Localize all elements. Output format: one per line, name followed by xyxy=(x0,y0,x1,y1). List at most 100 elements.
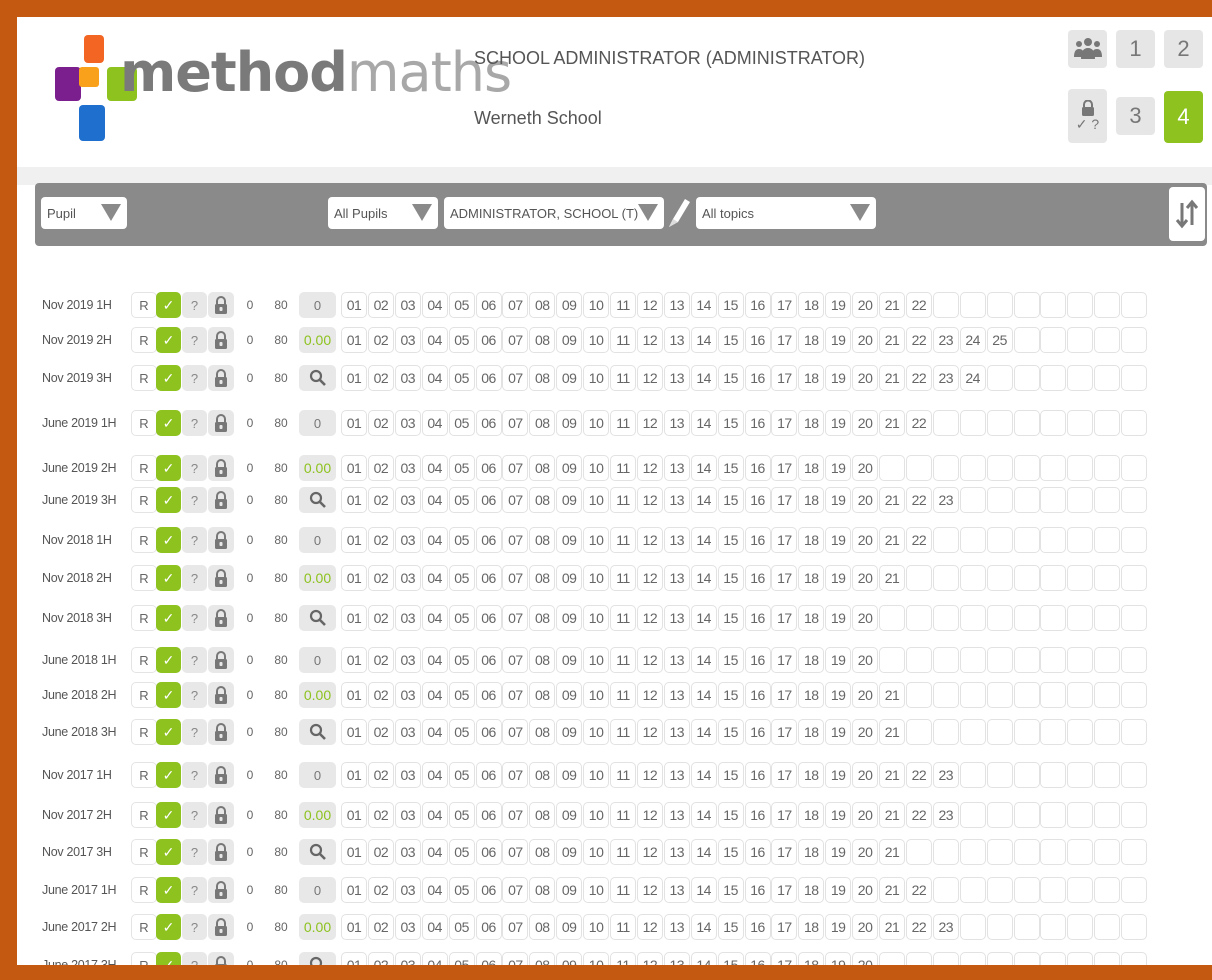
check-button[interactable]: ✓ xyxy=(156,327,181,353)
question-cell[interactable]: 15 xyxy=(717,327,744,353)
question-cell[interactable]: 04 xyxy=(421,719,448,745)
lock-button[interactable] xyxy=(208,487,234,513)
question-cell[interactable]: 06 xyxy=(475,292,502,318)
question-cell[interactable]: 07 xyxy=(502,719,529,745)
question-cell[interactable]: 17 xyxy=(771,365,798,391)
question-cell[interactable]: 02 xyxy=(367,292,394,318)
question-cell[interactable]: 10 xyxy=(583,527,610,553)
question-cell[interactable]: 03 xyxy=(394,605,421,631)
question-cell[interactable]: 19 xyxy=(825,365,852,391)
question-cell[interactable]: 11 xyxy=(610,292,636,318)
check-button[interactable]: ✓ xyxy=(156,487,181,513)
question-cell[interactable]: 22 xyxy=(905,802,932,828)
question-cell[interactable]: 09 xyxy=(556,682,583,708)
question-cell[interactable]: 07 xyxy=(502,365,529,391)
question-cell[interactable]: 16 xyxy=(744,292,771,318)
question-cell[interactable]: 17 xyxy=(771,682,798,708)
question-cell[interactable]: 22 xyxy=(905,365,932,391)
question-cell[interactable]: 05 xyxy=(448,410,475,436)
r-button[interactable]: R xyxy=(131,455,157,481)
question-cell[interactable]: 21 xyxy=(879,292,905,318)
question-cell[interactable]: 18 xyxy=(798,292,825,318)
r-button[interactable]: R xyxy=(131,952,157,965)
check-button[interactable]: ✓ xyxy=(156,802,181,828)
question-cell[interactable]: 13 xyxy=(663,365,690,391)
search-button[interactable] xyxy=(299,605,336,631)
question-cell[interactable]: 05 xyxy=(448,802,475,828)
question-cell[interactable]: 06 xyxy=(475,647,502,673)
question-cell[interactable]: 04 xyxy=(421,365,448,391)
question-cell[interactable]: 02 xyxy=(367,455,394,481)
question-cell[interactable]: 20 xyxy=(852,410,879,436)
question-cell[interactable]: 17 xyxy=(771,802,798,828)
question-cell[interactable]: 17 xyxy=(771,605,798,631)
question-cell[interactable]: 05 xyxy=(448,682,475,708)
question-cell[interactable]: 19 xyxy=(825,487,852,513)
question-cell[interactable]: 14 xyxy=(690,839,717,865)
question-cell[interactable]: 18 xyxy=(798,410,825,436)
question-cell[interactable]: 09 xyxy=(556,410,583,436)
question-cell[interactable]: 01 xyxy=(341,487,367,513)
question-cell[interactable]: 09 xyxy=(556,839,583,865)
question-cell[interactable]: 10 xyxy=(583,605,610,631)
question-cell[interactable]: 04 xyxy=(421,605,448,631)
question-cell[interactable]: 13 xyxy=(663,839,690,865)
question-cell[interactable]: 10 xyxy=(583,647,610,673)
question-cell[interactable]: 15 xyxy=(717,605,744,631)
question-cell[interactable]: 19 xyxy=(825,327,852,353)
question-cell[interactable]: 20 xyxy=(852,877,879,903)
question-cell[interactable]: 08 xyxy=(529,455,556,481)
question-cell[interactable]: 02 xyxy=(367,839,394,865)
question-cell[interactable]: 06 xyxy=(475,327,502,353)
question-cell[interactable]: 12 xyxy=(636,952,663,965)
question-cell[interactable]: 12 xyxy=(636,455,663,481)
question-cell[interactable]: 20 xyxy=(852,605,879,631)
question-cell[interactable]: 21 xyxy=(879,839,905,865)
r-button[interactable]: R xyxy=(131,877,157,903)
question-cell[interactable]: 14 xyxy=(690,802,717,828)
question-cell[interactable]: 21 xyxy=(879,527,905,553)
question-cell[interactable]: 11 xyxy=(610,802,636,828)
question-cell[interactable]: 10 xyxy=(583,682,610,708)
question-cell[interactable]: 07 xyxy=(502,682,529,708)
question-cell[interactable]: 02 xyxy=(367,914,394,940)
question-cell[interactable]: 06 xyxy=(475,719,502,745)
question-cell[interactable]: 06 xyxy=(475,410,502,436)
lock-button[interactable] xyxy=(208,762,234,788)
question-cell[interactable]: 20 xyxy=(852,487,879,513)
question-cell[interactable]: 14 xyxy=(690,647,717,673)
question-cell[interactable]: 09 xyxy=(556,292,583,318)
question-cell[interactable]: 15 xyxy=(717,527,744,553)
question-cell[interactable]: 16 xyxy=(744,647,771,673)
question-cell[interactable]: 13 xyxy=(663,802,690,828)
question-cell[interactable]: 06 xyxy=(475,914,502,940)
question-cell[interactable]: 20 xyxy=(852,647,879,673)
question-cell[interactable]: 03 xyxy=(394,487,421,513)
question-cell[interactable]: 20 xyxy=(852,802,879,828)
question-cell[interactable]: 07 xyxy=(502,327,529,353)
question-cell[interactable]: 08 xyxy=(529,292,556,318)
question-cell[interactable]: 09 xyxy=(556,327,583,353)
question-cell[interactable]: 13 xyxy=(663,565,690,591)
question-cell[interactable]: 13 xyxy=(663,455,690,481)
question-cell[interactable]: 14 xyxy=(690,410,717,436)
question-cell[interactable]: 12 xyxy=(636,877,663,903)
question-cell[interactable]: 05 xyxy=(448,565,475,591)
question-cell[interactable]: 11 xyxy=(610,647,636,673)
question-cell[interactable]: 14 xyxy=(690,365,717,391)
question-cell[interactable]: 19 xyxy=(825,527,852,553)
question-cell[interactable]: 14 xyxy=(690,455,717,481)
question-cell[interactable]: 22 xyxy=(905,527,932,553)
question-cell[interactable]: 20 xyxy=(852,719,879,745)
question-cell[interactable]: 02 xyxy=(367,365,394,391)
question-cell[interactable]: 21 xyxy=(879,914,905,940)
question-cell[interactable]: 03 xyxy=(394,839,421,865)
r-button[interactable]: R xyxy=(131,527,157,553)
question-cell[interactable]: 08 xyxy=(529,682,556,708)
r-button[interactable]: R xyxy=(131,914,157,940)
question-cell[interactable]: 18 xyxy=(798,365,825,391)
r-button[interactable]: R xyxy=(131,839,157,865)
question-cell[interactable]: 07 xyxy=(502,952,529,965)
question-cell[interactable]: 16 xyxy=(744,605,771,631)
question-cell[interactable]: 15 xyxy=(717,839,744,865)
